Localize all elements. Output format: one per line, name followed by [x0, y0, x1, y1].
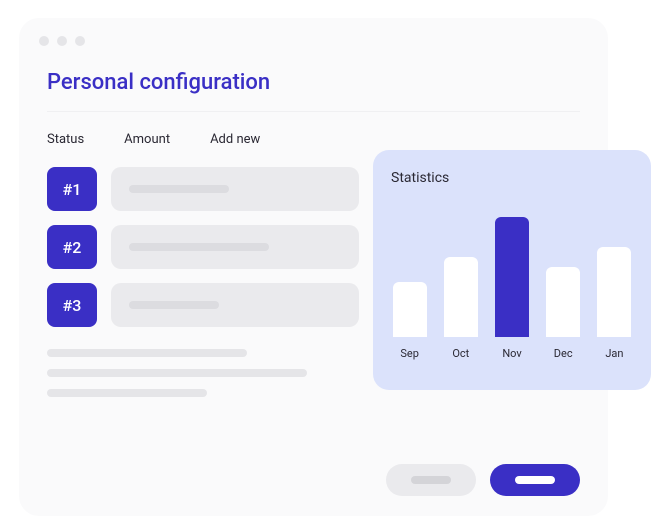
placeholder-line	[129, 243, 269, 251]
row-content[interactable]	[111, 225, 359, 269]
chart-bar	[444, 257, 478, 337]
placeholder-line	[47, 389, 207, 397]
primary-button[interactable]	[490, 464, 580, 496]
chart-bar	[495, 217, 529, 337]
chart-bar	[546, 267, 580, 337]
row-badge[interactable]: #1	[47, 167, 97, 211]
window-maximize-icon[interactable]	[75, 36, 85, 46]
statistics-title: Statistics	[391, 170, 633, 186]
placeholder-line	[129, 185, 229, 193]
chart-month-label: Oct	[452, 347, 469, 360]
tab-add-new[interactable]: Add new	[210, 132, 260, 147]
chart-bar	[597, 247, 631, 337]
statistics-chart: Sep Oct Nov Dec Jan	[391, 200, 633, 360]
placeholder-line	[47, 369, 307, 377]
chart-month-label: Sep	[400, 347, 419, 360]
row-badge[interactable]: #2	[47, 225, 97, 269]
chart-column: Sep	[391, 282, 428, 360]
chart-column: Nov	[493, 217, 530, 360]
chart-column: Oct	[442, 257, 479, 360]
placeholder-line	[129, 301, 219, 309]
chart-column: Dec	[545, 267, 582, 360]
chart-bar	[393, 282, 427, 337]
chart-month-label: Nov	[502, 347, 521, 360]
window-minimize-icon[interactable]	[57, 36, 67, 46]
button-label-placeholder	[515, 476, 555, 484]
chart-month-label: Dec	[554, 347, 573, 360]
tab-amount[interactable]: Amount	[124, 132, 170, 147]
chart-month-label: Jan	[605, 347, 623, 360]
chart-column: Jan	[596, 247, 633, 360]
row-content[interactable]	[111, 283, 359, 327]
row-badge[interactable]: #3	[47, 283, 97, 327]
window-close-icon[interactable]	[39, 36, 49, 46]
page-title: Personal configuration	[19, 46, 608, 111]
cancel-button[interactable]	[386, 464, 476, 496]
placeholder-line	[47, 349, 247, 357]
window-controls	[19, 18, 608, 46]
footer-actions	[386, 464, 580, 496]
row-content[interactable]	[111, 167, 359, 211]
tab-status[interactable]: Status	[47, 132, 84, 147]
statistics-card: Statistics Sep Oct Nov Dec Jan	[373, 150, 651, 390]
button-label-placeholder	[411, 476, 451, 484]
